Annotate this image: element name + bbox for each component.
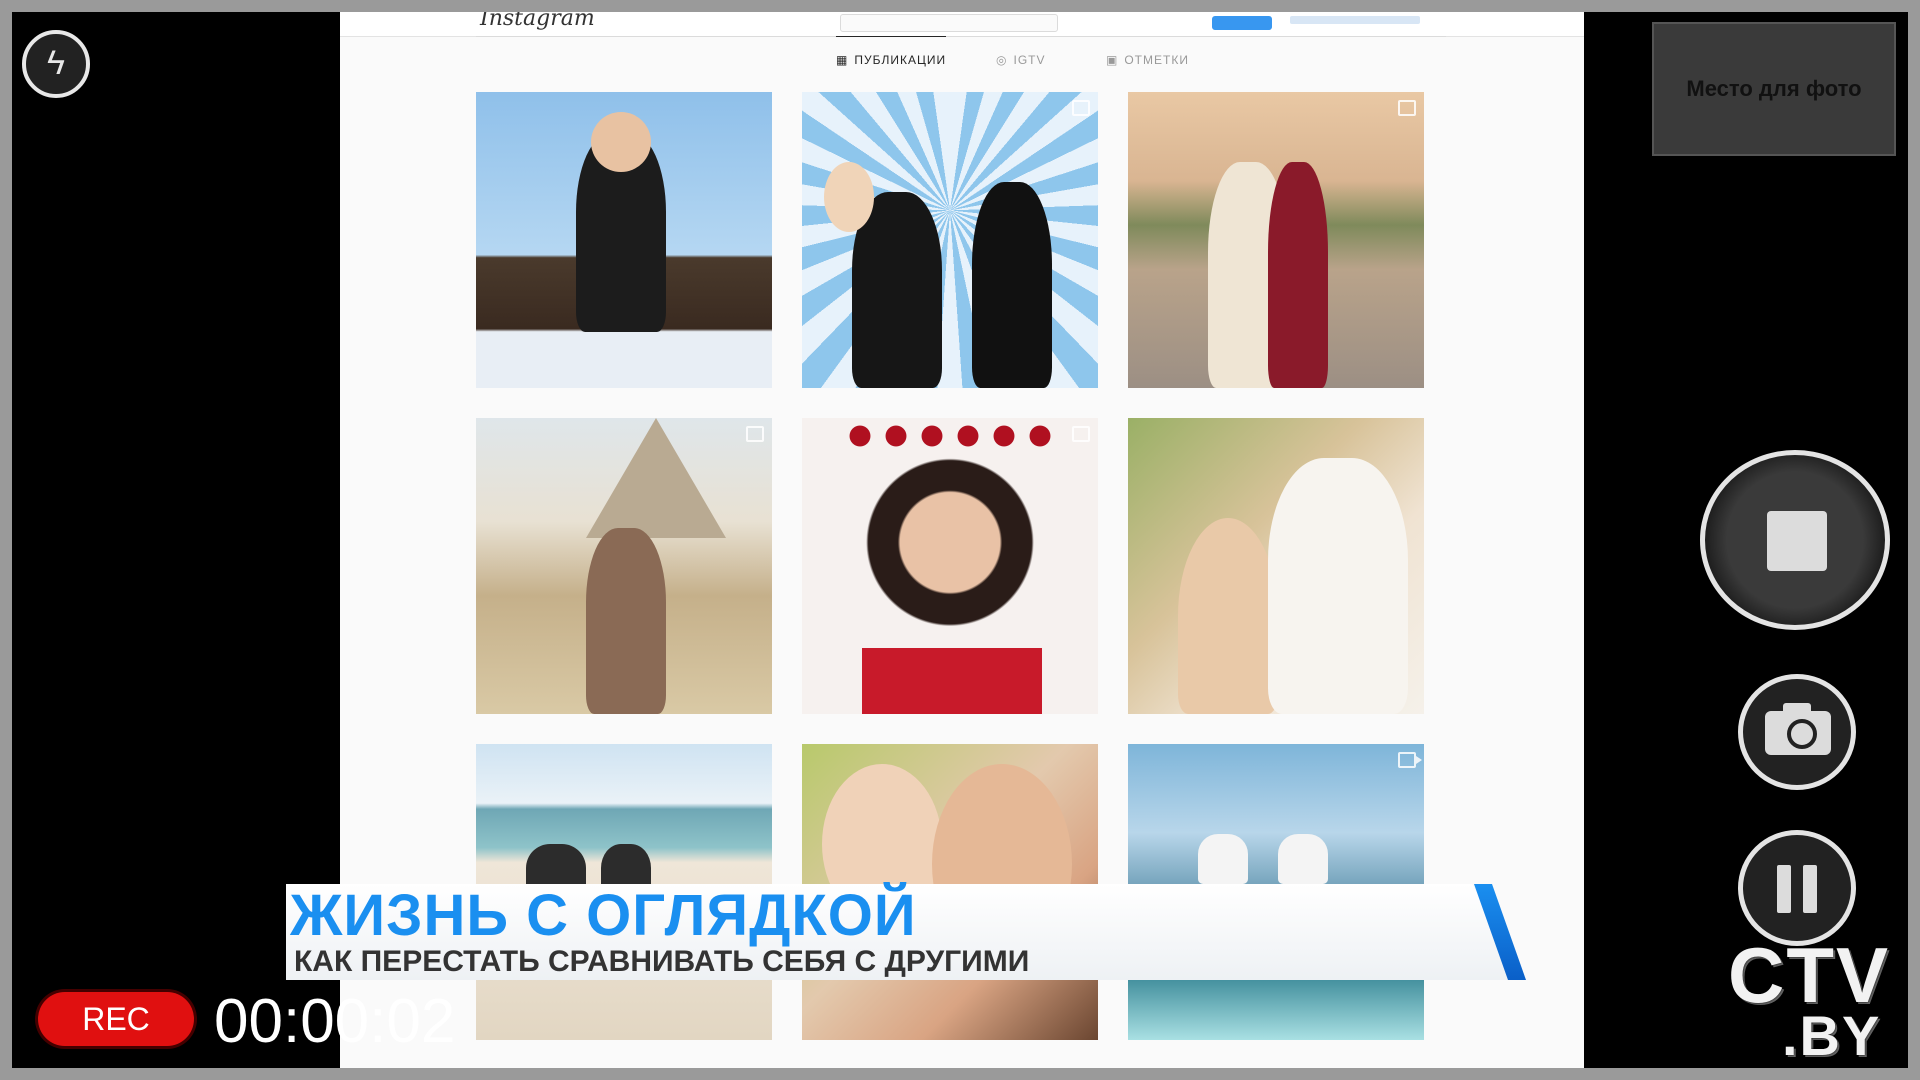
photo-couple-at-resort[interactable] (1128, 92, 1424, 388)
multi-photo-icon (746, 426, 764, 442)
multi-photo-icon (1072, 100, 1090, 116)
multi-photo-icon (1072, 426, 1090, 442)
tab-label: ПУБЛИКАЦИИ (854, 53, 947, 67)
multi-photo-icon (1398, 100, 1416, 116)
instagram-header: Instagram (340, 12, 1584, 37)
rec-indicator: REC (38, 992, 194, 1046)
search-input[interactable] (840, 14, 1058, 32)
signup-link[interactable] (1290, 16, 1420, 24)
flash-icon[interactable]: ϟ (22, 30, 90, 98)
news-subline: КАК ПЕРЕСТАТЬ СРАВНИВАТЬ СЕБЯ С ДРУГИМИ (294, 945, 1030, 978)
pause-button[interactable] (1738, 830, 1856, 946)
igtv-icon: ◎ (996, 53, 1008, 67)
instagram-logo[interactable]: Instagram (480, 12, 595, 31)
photo-family-boss-baby-party[interactable] (802, 92, 1098, 388)
profile-tabs: ▦ ПУБЛИКАЦИИ ◎ IGTV ▣ ОТМЕТКИ (476, 36, 1446, 85)
news-headline: ЖИЗНЬ С ОГЛЯДКОЙ (290, 883, 917, 948)
snapshot-button[interactable] (1738, 674, 1856, 790)
photo-placeholder: Место для фото (1652, 22, 1896, 156)
stop-button[interactable] (1700, 450, 1890, 630)
tab-label: IGTV (1013, 53, 1046, 67)
photo-baby-in-suit[interactable] (476, 92, 772, 388)
camera-icon (1765, 703, 1831, 755)
photo-couple-at-pyramids[interactable] (476, 418, 772, 714)
tagged-icon: ▣ (1106, 53, 1119, 67)
photo-woman-with-roses[interactable] (802, 418, 1098, 714)
tab-tagged[interactable]: ▣ ОТМЕТКИ (1106, 37, 1189, 83)
stop-icon (1767, 511, 1827, 571)
pause-icon (1777, 865, 1791, 913)
grid-icon: ▦ (836, 53, 849, 67)
tab-publications[interactable]: ▦ ПУБЛИКАЦИИ (836, 36, 947, 83)
login-button[interactable] (1212, 16, 1272, 30)
recording-timer: 00:00:02 (214, 987, 456, 1056)
tab-label: ОТМЕТКИ (1124, 53, 1189, 67)
video-icon (1398, 752, 1422, 768)
photo-mother-and-daughter[interactable] (1128, 418, 1424, 714)
tab-igtv[interactable]: ◎ IGTV (996, 37, 1046, 83)
channel-logo: CTV .BY (1728, 936, 1890, 1064)
